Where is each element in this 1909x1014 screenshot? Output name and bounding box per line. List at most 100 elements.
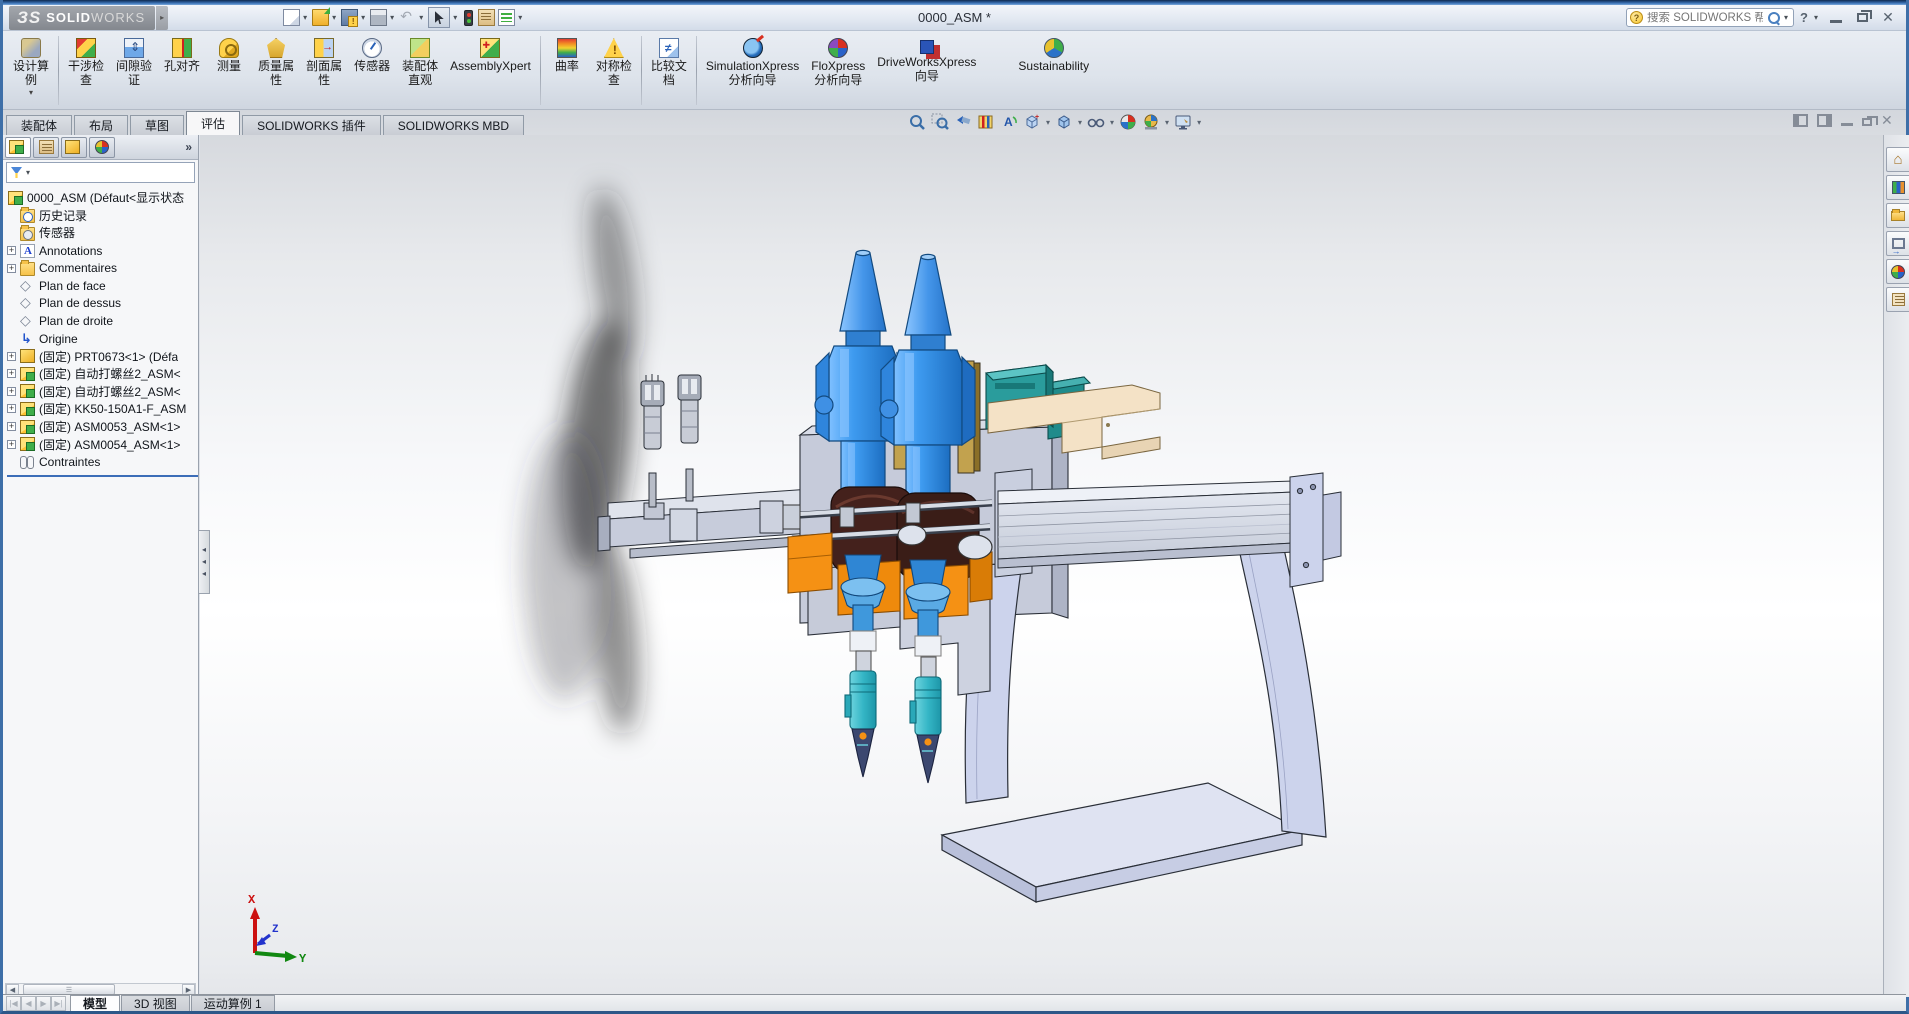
- expand-icon[interactable]: +: [7, 404, 16, 413]
- design-library-button[interactable]: [1886, 175, 1909, 200]
- ribbon-button-clearance-verification[interactable]: 间隙验证: [110, 34, 158, 107]
- previous-view-icon[interactable]: [954, 113, 972, 131]
- help-dropdown[interactable]: ▾: [1814, 13, 1818, 22]
- new-dropdown[interactable]: ▾: [303, 13, 307, 22]
- menu-expand-arrow[interactable]: ▸: [156, 6, 168, 30]
- expand-icon[interactable]: +: [7, 387, 16, 396]
- tree-filter[interactable]: ▾: [6, 162, 195, 183]
- tree-item-history[interactable]: 历史记录: [7, 207, 198, 225]
- expand-icon[interactable]: +: [7, 422, 16, 431]
- motion-study-tab[interactable]: 运动算例 1: [191, 995, 275, 1011]
- undo-icon[interactable]: [399, 9, 416, 26]
- ribbon-button-interference-check[interactable]: 干涉检查: [62, 34, 110, 107]
- zoom-to-area-icon[interactable]: [931, 113, 949, 131]
- tab-layout[interactable]: 布局: [74, 115, 128, 135]
- hide-show-items-icon[interactable]: [1087, 113, 1105, 131]
- doc-close-icon[interactable]: [1881, 114, 1896, 127]
- tab-solidworks-mbd[interactable]: SOLIDWORKS MBD: [383, 115, 524, 135]
- configurationmanager-tab[interactable]: [61, 137, 87, 158]
- ribbon-button-mass-properties[interactable]: 质量属性: [252, 34, 300, 107]
- tree-item-commentaires[interactable]: +Commentaires: [7, 259, 198, 277]
- tab-solidworks-addins[interactable]: SOLIDWORKS 插件: [242, 115, 381, 135]
- design-study-dropdown[interactable]: ▾: [29, 88, 33, 97]
- annotation-view-icon[interactable]: A: [1000, 113, 1018, 131]
- ribbon-button-measure[interactable]: 测量: [206, 34, 252, 107]
- tab-assembly[interactable]: 装配体: [6, 115, 72, 135]
- search-icon[interactable]: [1767, 11, 1780, 24]
- expand-icon[interactable]: +: [7, 369, 16, 378]
- tab-sketch[interactable]: 草图: [130, 115, 184, 135]
- expand-icon[interactable]: +: [7, 264, 16, 273]
- view-settings-icon[interactable]: [1174, 113, 1192, 131]
- tree-item-asm0054[interactable]: +(固定) ASM0054_ASM<1>: [7, 435, 198, 453]
- tree-item-subassembly-2[interactable]: +(固定) 自动打螺丝2_ASM<: [7, 383, 198, 401]
- 3d-views-tab[interactable]: 3D 视图: [121, 995, 190, 1011]
- tree-item-plan-droite[interactable]: Plan de droite: [7, 312, 198, 330]
- restore-button[interactable]: [1852, 10, 1872, 25]
- hide-show-items-dropdown[interactable]: ▾: [1110, 118, 1114, 127]
- apply-scene-icon[interactable]: [1142, 113, 1160, 131]
- tree-item-contraintes[interactable]: Contraintes: [7, 453, 198, 471]
- tree-item-asm0053[interactable]: +(固定) ASM0053_ASM<1>: [7, 418, 198, 436]
- expand-icon[interactable]: +: [7, 440, 16, 449]
- pane-left-icon[interactable]: [1793, 114, 1808, 127]
- tree-item-annotations[interactable]: +Annotations: [7, 242, 198, 260]
- minimize-button[interactable]: [1826, 10, 1846, 25]
- view-settings-dropdown[interactable]: ▾: [1197, 118, 1201, 127]
- ribbon-button-curvature[interactable]: 曲率: [544, 34, 590, 107]
- tree-item-plan-dessus[interactable]: Plan de dessus: [7, 295, 198, 313]
- display-style-icon[interactable]: [1055, 113, 1073, 131]
- tree-item-kk50[interactable]: +(固定) KK50-150A1-F_ASM: [7, 400, 198, 418]
- ribbon-button-driveworksxpress[interactable]: DriveWorksXpress向导: [871, 34, 982, 107]
- search-input[interactable]: [1647, 12, 1763, 24]
- close-button[interactable]: ✕: [1878, 10, 1898, 25]
- first-study-button[interactable]: |◀: [6, 996, 21, 1011]
- print-icon[interactable]: [370, 9, 387, 26]
- open-icon[interactable]: [312, 9, 329, 26]
- file-explorer-button[interactable]: [1886, 203, 1909, 228]
- section-view-icon[interactable]: [977, 113, 995, 131]
- options-dropdown[interactable]: ▾: [518, 13, 522, 22]
- appearancemanager-tab[interactable]: [89, 137, 115, 158]
- zoom-to-fit-icon[interactable]: [908, 113, 926, 131]
- view-palette-button[interactable]: [1886, 231, 1909, 256]
- doc-restore-icon[interactable]: [1862, 118, 1872, 126]
- view-orientation-icon[interactable]: +: [1023, 113, 1041, 131]
- model-tab[interactable]: 模型: [70, 995, 120, 1011]
- tab-evaluate[interactable]: 评估: [186, 111, 240, 135]
- featuremanager-tab[interactable]: [5, 137, 31, 158]
- pane-right-icon[interactable]: [1817, 114, 1832, 127]
- view-traffic-light-icon[interactable]: [464, 10, 473, 26]
- expand-icon[interactable]: +: [7, 352, 16, 361]
- ribbon-button-design-study[interactable]: 设计算例 ▾: [7, 34, 55, 107]
- edit-appearance-icon[interactable]: [1119, 113, 1137, 131]
- options-icon[interactable]: [498, 9, 515, 26]
- select-dropdown[interactable]: ▾: [453, 13, 457, 22]
- ribbon-button-hole-alignment[interactable]: 孔对齐: [158, 34, 206, 107]
- custom-properties-button[interactable]: [1886, 287, 1909, 312]
- appearances-button[interactable]: [1886, 259, 1909, 284]
- ribbon-button-assembly-visualization[interactable]: 装配体直观: [396, 34, 444, 107]
- view-orientation-dropdown[interactable]: ▾: [1046, 118, 1050, 127]
- next-study-button[interactable]: ▶: [36, 996, 51, 1011]
- print-dropdown[interactable]: ▾: [390, 13, 394, 22]
- ribbon-button-compare-documents[interactable]: 比较文档: [645, 34, 693, 107]
- save-icon[interactable]: [341, 9, 358, 26]
- apply-scene-dropdown[interactable]: ▾: [1165, 118, 1169, 127]
- propertymanager-tab[interactable]: [33, 137, 59, 158]
- task-pane-home-button[interactable]: ⌂: [1886, 147, 1909, 172]
- tree-item-sensors[interactable]: 传感器: [7, 224, 198, 242]
- doc-minimize-icon[interactable]: [1841, 116, 1853, 126]
- search-dropdown[interactable]: ▾: [1784, 13, 1788, 22]
- ribbon-button-simulationxpress[interactable]: SimulationXpress分析向导: [700, 34, 805, 107]
- ribbon-button-sensors[interactable]: 传感器: [348, 34, 396, 107]
- solidworks-logo[interactable]: ЗS SOLIDWORKS: [9, 6, 155, 30]
- file-properties-icon[interactable]: [478, 9, 495, 26]
- help-icon[interactable]: ?: [1800, 10, 1808, 25]
- ribbon-button-assembly-xpert[interactable]: AssemblyXpert: [444, 34, 537, 107]
- new-document-icon[interactable]: [283, 9, 300, 26]
- save-dropdown[interactable]: ▾: [361, 13, 365, 22]
- display-style-dropdown[interactable]: ▾: [1078, 118, 1082, 127]
- open-dropdown[interactable]: ▾: [332, 13, 336, 22]
- filter-dropdown[interactable]: ▾: [26, 168, 30, 177]
